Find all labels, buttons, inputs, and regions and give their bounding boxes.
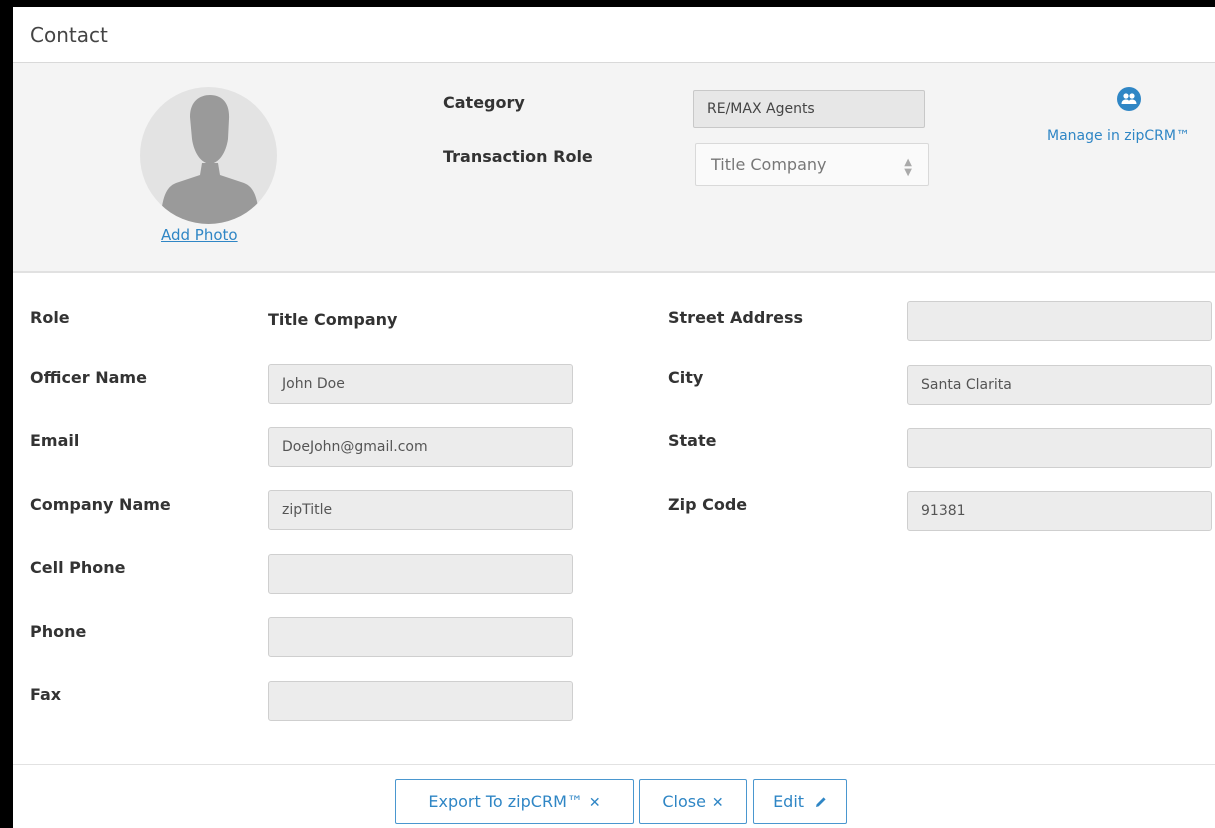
cell-phone-input[interactable] (268, 554, 573, 594)
add-photo-link[interactable]: Add Photo (161, 226, 238, 244)
edit-button[interactable]: Edit (753, 779, 847, 824)
avatar[interactable] (140, 87, 277, 224)
officer-name-input[interactable]: John Doe (268, 364, 573, 404)
phone-input[interactable] (268, 617, 573, 657)
email-input[interactable]: DoeJohn@gmail.com (268, 427, 573, 467)
officer-name-label: Officer Name (30, 368, 147, 387)
city-label: City (668, 368, 704, 387)
phone-label: Phone (30, 622, 87, 641)
transaction-role-select[interactable]: Title Company ▲ ▼ (695, 143, 929, 186)
close-button-label: Close (662, 792, 706, 811)
zip-code-value: 91381 (921, 503, 966, 519)
edit-button-label: Edit (773, 792, 805, 811)
city-input[interactable]: Santa Clarita (907, 365, 1212, 405)
street-address-label: Street Address (668, 308, 804, 327)
contact-dialog: Contact Add Photo Category Transaction R… (13, 7, 1215, 828)
company-name-input[interactable]: zipTitle (268, 490, 573, 530)
export-to-zipcrm-button[interactable]: Export To zipCRM™ ✕ (395, 779, 634, 824)
transaction-role-label: Transaction Role (443, 147, 593, 166)
category-field[interactable]: RE/MAX Agents (693, 90, 925, 128)
close-icon: ✕ (588, 795, 601, 811)
company-name-label: Company Name (30, 495, 171, 514)
dialog-title: Contact (13, 7, 1215, 63)
dialog-title-text: Contact (30, 22, 108, 47)
category-value: RE/MAX Agents (707, 101, 815, 117)
company-name-value: zipTitle (282, 502, 333, 518)
officer-name-value: John Doe (282, 376, 345, 392)
close-button[interactable]: Close ✕ (639, 779, 747, 824)
state-input[interactable] (907, 428, 1212, 468)
email-value: DoeJohn@gmail.com (282, 439, 428, 455)
category-label: Category (443, 93, 525, 112)
person-silhouette-icon (160, 95, 260, 224)
zip-code-label: Zip Code (668, 495, 748, 514)
footer-divider (13, 764, 1215, 765)
role-value: Title Company (268, 310, 398, 329)
cell-phone-label: Cell Phone (30, 558, 126, 577)
email-label: Email (30, 431, 80, 450)
pencil-icon (810, 795, 827, 811)
city-value: Santa Clarita (921, 377, 1012, 393)
close-icon: ✕ (711, 795, 724, 811)
fax-input[interactable] (268, 681, 573, 721)
updown-arrows-icon: ▲ ▼ (904, 157, 912, 178)
manage-in-zipcrm-link[interactable]: Manage in zipCRM™ (1047, 128, 1190, 144)
street-address-input[interactable] (907, 301, 1212, 341)
transaction-role-value: Title Company (711, 155, 827, 174)
fax-label: Fax (30, 685, 62, 704)
contact-header-panel: Add Photo Category Transaction Role RE/M… (13, 63, 1215, 273)
people-icon[interactable] (1117, 87, 1141, 111)
state-label: State (668, 431, 717, 450)
zip-code-input[interactable]: 91381 (907, 491, 1212, 531)
export-button-label: Export To zipCRM™ (428, 792, 583, 811)
role-label: Role (30, 308, 70, 327)
